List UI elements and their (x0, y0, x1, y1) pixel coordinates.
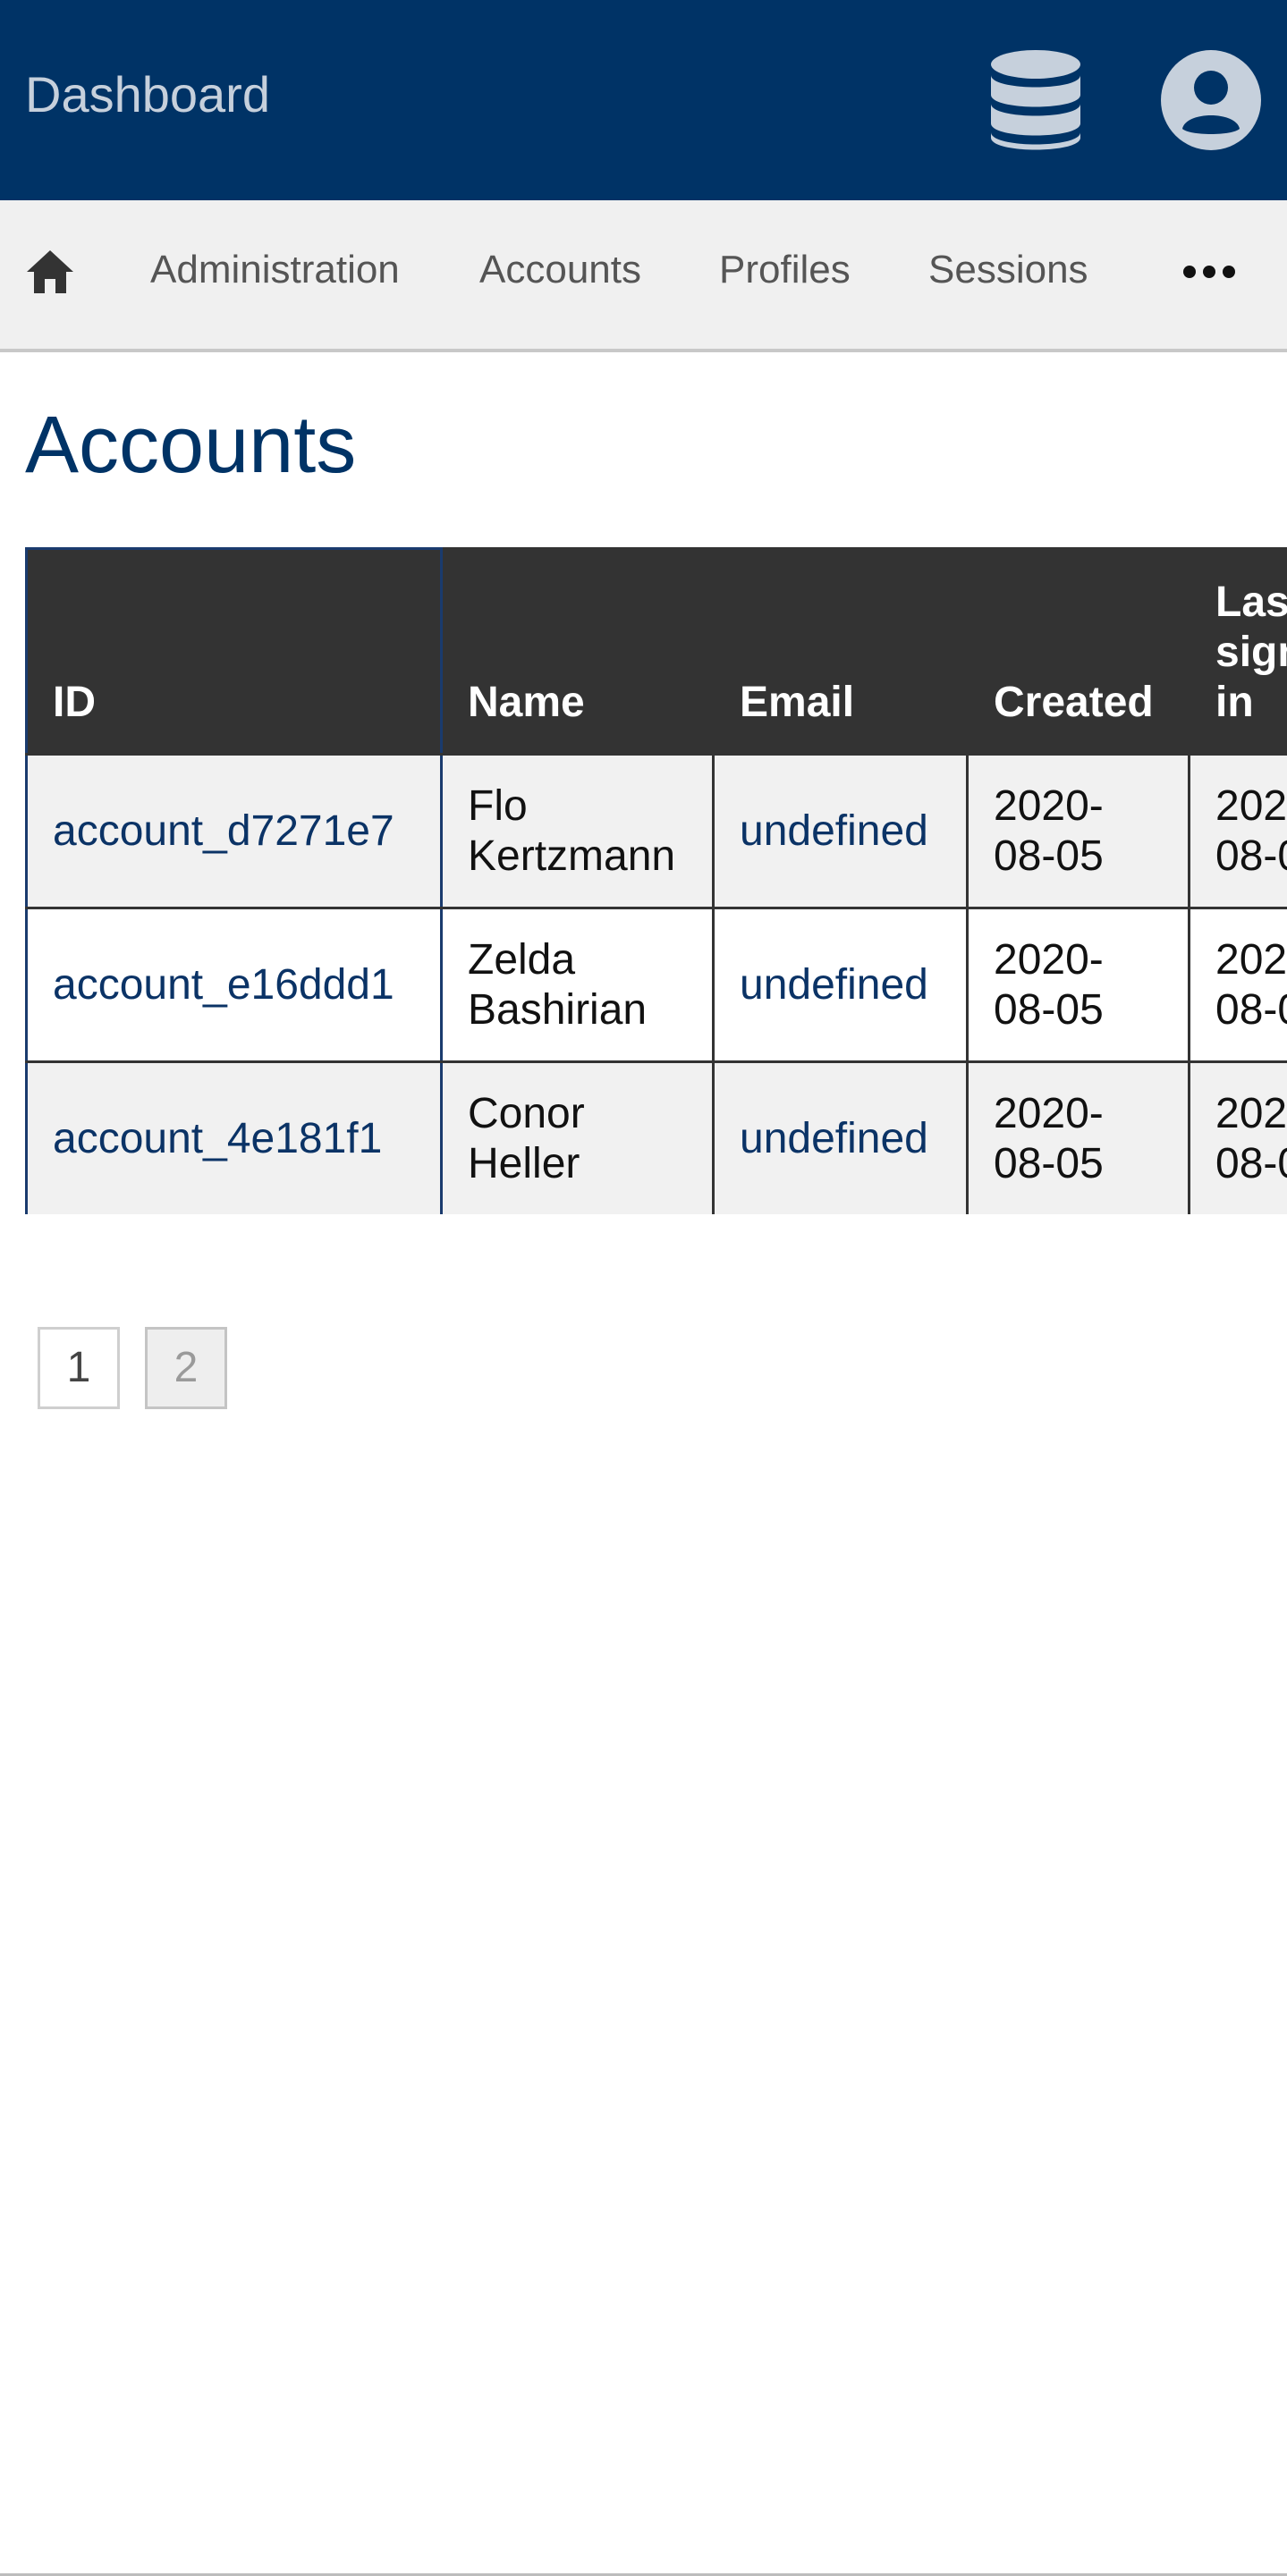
column-header-last-sign-in[interactable]: Last sign in (1188, 547, 1287, 756)
nav-bar: Administration Accounts Profiles Session… (0, 200, 1287, 352)
cell-name: Conor Heller (440, 1060, 715, 1214)
table-row: account_d7271e7 Flo Kertzmann undefined … (25, 753, 1287, 909)
table-row: account_e16ddd1 Zelda Bashirian undefine… (25, 907, 1287, 1063)
cell-id: account_4e181f1 (25, 1060, 443, 1214)
column-header-name[interactable]: Name (440, 547, 715, 756)
cell-created: 2020-08-05 (966, 1060, 1190, 1214)
table-header-row: ID Name Email Created Last sign in (25, 547, 1287, 756)
home-icon[interactable] (25, 247, 75, 297)
column-header-email[interactable]: Email (712, 547, 969, 756)
app-bar: Dashboard (0, 0, 1287, 200)
accounts-table: ID Name Email Created Last sign in accou… (25, 547, 1287, 1214)
account-id-link[interactable]: account_e16ddd1 (53, 961, 394, 1009)
accounts-table-container[interactable]: ID Name Email Created Last sign in accou… (25, 547, 1287, 1214)
cell-last-sign-in: 2020-08-0 (1188, 907, 1287, 1063)
cell-name: Zelda Bashirian (440, 907, 715, 1063)
cell-created: 2020-08-05 (966, 753, 1190, 909)
nav-item-accounts[interactable]: Accounts (479, 245, 641, 295)
cell-id: account_d7271e7 (25, 753, 443, 909)
cell-last-sign-in: 2020-08-0 (1188, 753, 1287, 909)
page-title: Accounts (25, 401, 357, 490)
email-link[interactable]: undefined (740, 961, 928, 1009)
account-id-link[interactable]: account_4e181f1 (53, 1115, 382, 1162)
table-row: account_4e181f1 Conor Heller undefined 2… (25, 1060, 1287, 1214)
email-link[interactable]: undefined (740, 807, 928, 855)
more-horizontal-icon[interactable] (1182, 263, 1236, 281)
app-title[interactable]: Dashboard (25, 64, 270, 125)
cell-email: undefined (712, 753, 969, 909)
column-header-id[interactable]: ID (25, 547, 443, 756)
nav-item-sessions[interactable]: Sessions (928, 245, 1088, 295)
email-link[interactable]: undefined (740, 1115, 928, 1162)
pagination-page-1[interactable]: 1 (38, 1327, 120, 1409)
nav-item-profiles[interactable]: Profiles (719, 245, 851, 295)
database-icon[interactable] (989, 48, 1082, 152)
cell-id: account_e16ddd1 (25, 907, 443, 1063)
cell-last-sign-in: 2020-08-0 (1188, 1060, 1287, 1214)
nav-item-administration[interactable]: Administration (150, 245, 400, 295)
cell-name: Flo Kertzmann (440, 753, 715, 909)
account-id-link[interactable]: account_d7271e7 (53, 807, 394, 855)
cell-email: undefined (712, 907, 969, 1063)
pagination-page-2[interactable]: 2 (145, 1327, 227, 1409)
column-header-created[interactable]: Created (966, 547, 1190, 756)
cell-created: 2020-08-05 (966, 907, 1190, 1063)
user-account-icon[interactable] (1161, 50, 1261, 150)
cell-email: undefined (712, 1060, 969, 1214)
